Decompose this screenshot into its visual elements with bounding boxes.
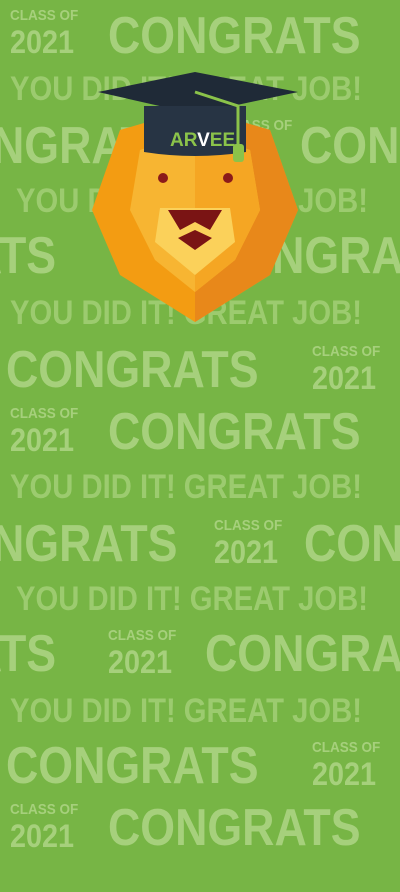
you-did-it-text: YOU DID IT! GREAT JOB! <box>10 468 362 506</box>
congrats-text: CONGRATS <box>6 341 259 399</box>
cap-label-part3: EE <box>210 130 235 151</box>
year-label: 2021 <box>10 818 75 854</box>
class-of-label: CLASS OF <box>214 517 283 534</box>
congrats-text: CONGRATS <box>108 7 361 65</box>
congrats-text: ATS <box>0 227 57 285</box>
year-label: 2021 <box>108 644 173 680</box>
svg-text:ARVEE: ARVEE <box>170 130 235 151</box>
graduation-banner: CLASS OF 2021 CONGRATS YOU DID IT! GREAT… <box>0 0 400 892</box>
cap-label-part2: V <box>197 130 210 151</box>
congrats-text: NGRATS <box>0 515 178 573</box>
class-of-label: CLASS OF <box>312 739 381 756</box>
class-of-label: CLASS OF <box>108 627 177 644</box>
right-eye <box>223 173 233 183</box>
year-label: 2021 <box>312 360 377 396</box>
congrats-text: CONGRATS <box>108 403 361 461</box>
congrats-text: CONGRA <box>205 625 400 683</box>
class-of-label: CLASS OF <box>10 7 79 24</box>
class-of-label: CLASS OF <box>312 343 381 360</box>
lion-mascot-icon: ARVEE <box>92 72 298 322</box>
congrats-text: ATS <box>0 625 57 683</box>
year-label: 2021 <box>312 756 377 792</box>
congrats-text: CONGRATS <box>108 799 361 857</box>
congrats-text: CON <box>304 515 400 573</box>
left-eye <box>158 173 168 183</box>
cap-label-part1: AR <box>170 130 198 151</box>
year-label: 2021 <box>10 24 75 60</box>
you-did-it-text: YOU DID IT! GREAT JOB! <box>10 692 362 730</box>
class-of-label: CLASS OF <box>10 405 79 422</box>
year-label: 2021 <box>10 422 75 458</box>
you-did-it-text: YOU DID IT! GREAT JOB! <box>16 580 368 618</box>
year-label: 2021 <box>214 534 279 570</box>
congrats-text: CONGRATS <box>6 737 259 795</box>
class-of-label: CLASS OF <box>10 801 79 818</box>
